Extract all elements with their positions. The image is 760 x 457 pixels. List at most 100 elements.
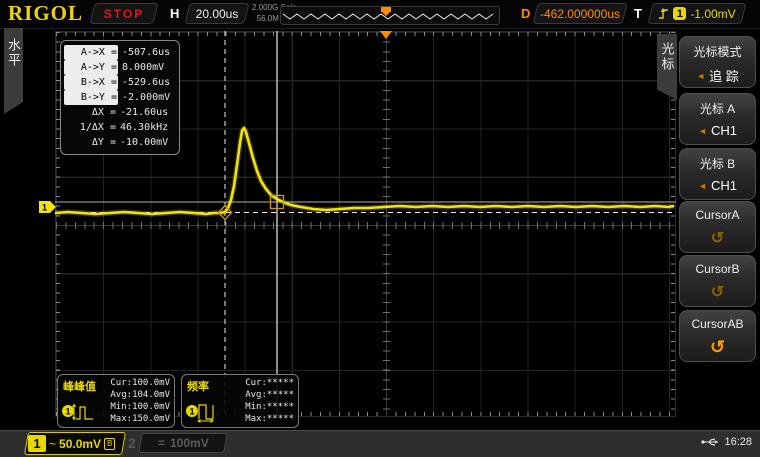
menu-button-label: CursorA — [680, 208, 755, 222]
rotate-knob-icon: ↺ — [711, 228, 724, 248]
rotate-knob-icon: ↺ — [710, 337, 725, 358]
channel1-number: 1 — [28, 435, 46, 452]
channel1-bandwidth-icon: B — [104, 438, 115, 450]
measurement-row: Avg:***** — [245, 389, 294, 401]
channel2-number: 2 — [128, 435, 136, 451]
cursor-readout-value: 46.30kHz — [120, 120, 168, 135]
measurement-panel: 峰峰值 1 Cur:100.0mVAvg:104.0mVMin:100.0mVMax… — [57, 374, 299, 428]
delay-label: D — [521, 6, 530, 21]
peak-peak-measurement-icon: 1 — [61, 399, 95, 428]
menu-button-label: 光标 A — [680, 100, 755, 117]
menu-button-value-row: ◄ CH1 — [680, 123, 755, 138]
dropdown-arrow-icon: ◄ — [698, 126, 707, 136]
delay-value: -462.000000us — [536, 4, 624, 23]
menu-button-value-row: ↺ — [680, 337, 755, 358]
cursor-readout-value: -21.60us — [120, 105, 168, 120]
menu-button-cursor-a-source[interactable]: 光标 A ◄ CH1 — [679, 93, 756, 145]
cursor-readout-value: -2.000mV — [122, 90, 170, 105]
menu-button-cursor-mode[interactable]: 光标模式 ◄ 追 踪 — [679, 36, 756, 88]
dropdown-arrow-icon: ◄ — [698, 181, 707, 191]
cursor-readout-row: ΔY = -10.00mV — [64, 135, 174, 150]
timebase-value: 20.00us — [188, 4, 246, 23]
menu-button-value-row: ↺ — [680, 228, 755, 248]
channel2-scale: 100mV — [169, 436, 208, 450]
measurement-box-peak-peak: 峰峰值 1 Cur:100.0mVAvg:104.0mVMin:100.0mVMax… — [57, 374, 175, 428]
measurement-row: Max:***** — [245, 413, 294, 425]
channel2-coupling-icon: = — [157, 436, 164, 450]
trigger-edge-icon — [658, 7, 669, 20]
memory-waveform-icon — [281, 7, 497, 22]
cursor-readout-row: A->Y = 8.000mV — [64, 60, 174, 75]
cursor-readout-value: -507.6us — [122, 45, 170, 60]
delay-value-box[interactable]: -462.000000us — [532, 3, 627, 24]
cursor-readout-row: A->X = -507.6us — [64, 45, 174, 60]
measurement-row: Min:100.0mV — [110, 401, 170, 413]
memory-position-bar[interactable] — [280, 6, 500, 25]
run-status-badge[interactable]: STOP — [89, 3, 158, 24]
cursor-readout-value: -529.6us — [122, 75, 170, 90]
cursor-readout-row: 1/ΔX = 46.30kHz — [64, 120, 174, 135]
cursor-readout-label: ΔX = — [64, 105, 116, 120]
rotate-knob-icon: ↺ — [711, 282, 724, 302]
menu-button-label: 光标模式 — [680, 43, 755, 60]
cursor-readout-label: ΔY = — [64, 135, 116, 150]
cursor-readout-label: 1/ΔX = — [64, 120, 116, 135]
channel1-badge[interactable]: 1 ~ 50.0mV B — [24, 432, 126, 455]
trigger-source-channel: 1 — [673, 7, 686, 20]
horizontal-menu-tab[interactable]: 水平 — [4, 28, 23, 114]
graticule-center-horizontal-ticks — [56, 222, 675, 229]
svg-text:1: 1 — [65, 407, 70, 417]
cursor-readout-label: B->X = — [64, 75, 118, 90]
usb-icon — [701, 437, 719, 447]
horizontal-label: H — [170, 6, 179, 21]
horizontal-menu-tab-label: 水平 — [4, 38, 23, 68]
trigger-level-value: -1.00mV — [690, 7, 735, 21]
dropdown-arrow-icon: ◄ — [696, 71, 705, 81]
menu-button-cursor-b-source[interactable]: 光标 B ◄ CH1 — [679, 148, 756, 200]
menu-button-label: CursorAB — [680, 317, 755, 331]
cursor-readout-label: A->X = — [64, 45, 118, 60]
measurement-row: Min:***** — [245, 401, 294, 413]
menu-button-cursor-b-knob[interactable]: CursorB ↺ — [679, 255, 756, 307]
cursor-readout-panel: A->X = -507.6us A->Y = 8.000mV B->X = -529.6u… — [60, 40, 180, 155]
clock: 16:28 — [724, 436, 752, 448]
channel2-badge[interactable]: 2 = 100mV — [128, 432, 226, 453]
measurement-row: Cur:***** — [245, 377, 294, 389]
measurement-name: 峰峰值 — [63, 378, 96, 394]
top-status-bar: RIGOL STOP H 20.00us 2.000G Sa/s 56.0M p… — [0, 0, 760, 29]
menu-button-value: CH1 — [711, 123, 737, 138]
ch1-level-marker — [39, 201, 56, 213]
menu-button-cursor-a-knob[interactable]: CursorA ↺ — [679, 201, 756, 253]
cursor-readout-value: 8.000mV — [122, 60, 164, 75]
menu-button-value: CH1 — [711, 178, 737, 193]
menu-button-cursor-ab-knob[interactable]: CursorAB ↺ — [679, 310, 756, 362]
menu-button-label: CursorB — [680, 262, 755, 276]
timebase-box[interactable]: 20.00us — [184, 3, 249, 24]
cursor-readout-row: B->X = -529.6us — [64, 75, 174, 90]
measurement-values: Cur:100.0mVAvg:104.0mVMin:100.0mVMax:150… — [110, 377, 170, 425]
cursor-readout-label: B->Y = — [64, 90, 118, 105]
measurement-row: Max:150.0mV — [110, 413, 170, 425]
channel1-scale: 50.0mV — [59, 437, 101, 451]
trigger-badge[interactable]: 1 -1.00mV — [647, 3, 746, 24]
cursor-readout-label: A->Y = — [64, 60, 118, 75]
cursor-readout-row: ΔX = -21.60us — [64, 105, 174, 120]
measurement-name: 频率 — [187, 378, 209, 394]
rigol-logo: RIGOL — [8, 1, 83, 26]
measurement-box-frequency: 频率 1 Cur:*****Avg:*****Min:*****Max:***** — [181, 374, 299, 428]
cursor-readout-value: -10.00mV — [120, 135, 168, 150]
ch1-level-marker-number: 1 — [42, 203, 47, 213]
cursor-menu-tab[interactable]: 光标 — [657, 34, 677, 100]
menu-button-value: 追 踪 — [709, 66, 739, 85]
measurement-values: Cur:*****Avg:*****Min:*****Max:***** — [245, 377, 294, 425]
menu-button-value-row: ↺ — [680, 282, 755, 302]
channel-status-bar: 1 ~ 50.0mV B 2 = 100mV 16:28 — [0, 430, 760, 457]
menu-button-value-row: ◄ CH1 — [680, 178, 755, 193]
menu-button-label: 光标 B — [680, 155, 755, 172]
cursor-readout-rows: A->X = -507.6us A->Y = 8.000mV B->X = -529.6u… — [64, 45, 174, 150]
cursor-readout-row: B->Y = -2.000mV — [64, 90, 174, 105]
channel1-coupling-icon: ~ — [49, 437, 56, 451]
trigger-label: T — [634, 6, 642, 21]
frequency-measurement-icon: 1 — [185, 399, 219, 428]
run-status-label: STOP — [93, 4, 155, 23]
